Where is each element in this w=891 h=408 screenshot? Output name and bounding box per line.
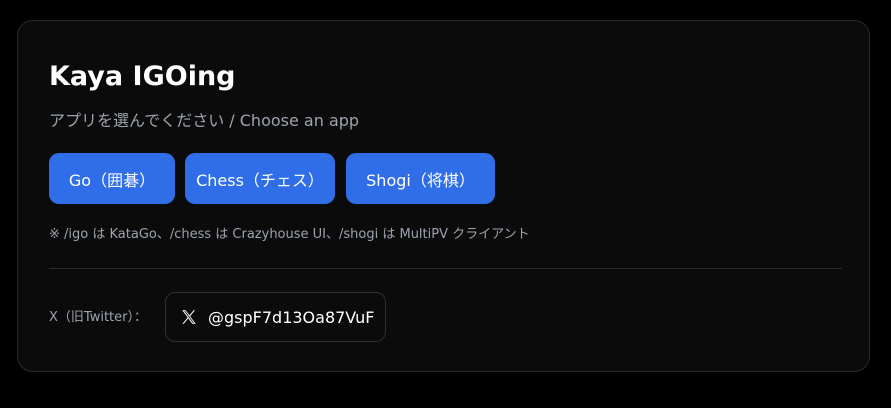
x-profile-link[interactable]: @gspF7d13Oa87VuF (165, 292, 386, 342)
chess-app-button[interactable]: Chess（チェス） (185, 153, 335, 204)
x-handle: @gspF7d13Oa87VuF (208, 307, 375, 327)
page-subtitle: アプリを選んでください / Choose an app (49, 111, 360, 130)
shogi-app-button[interactable]: Shogi（将棋） (346, 153, 495, 204)
x-logo-icon (180, 308, 198, 326)
social-label: X（旧Twitter）： (49, 310, 147, 325)
app-card: Kaya IGOing アプリを選んでください / Choose an app … (17, 20, 870, 372)
page-title: Kaya IGOing (49, 61, 236, 92)
divider (49, 268, 842, 269)
app-description-note: ※ /igo は KataGo、/chess は Crazyhouse UI、/… (49, 227, 530, 242)
go-app-button[interactable]: Go（囲碁） (49, 153, 175, 204)
